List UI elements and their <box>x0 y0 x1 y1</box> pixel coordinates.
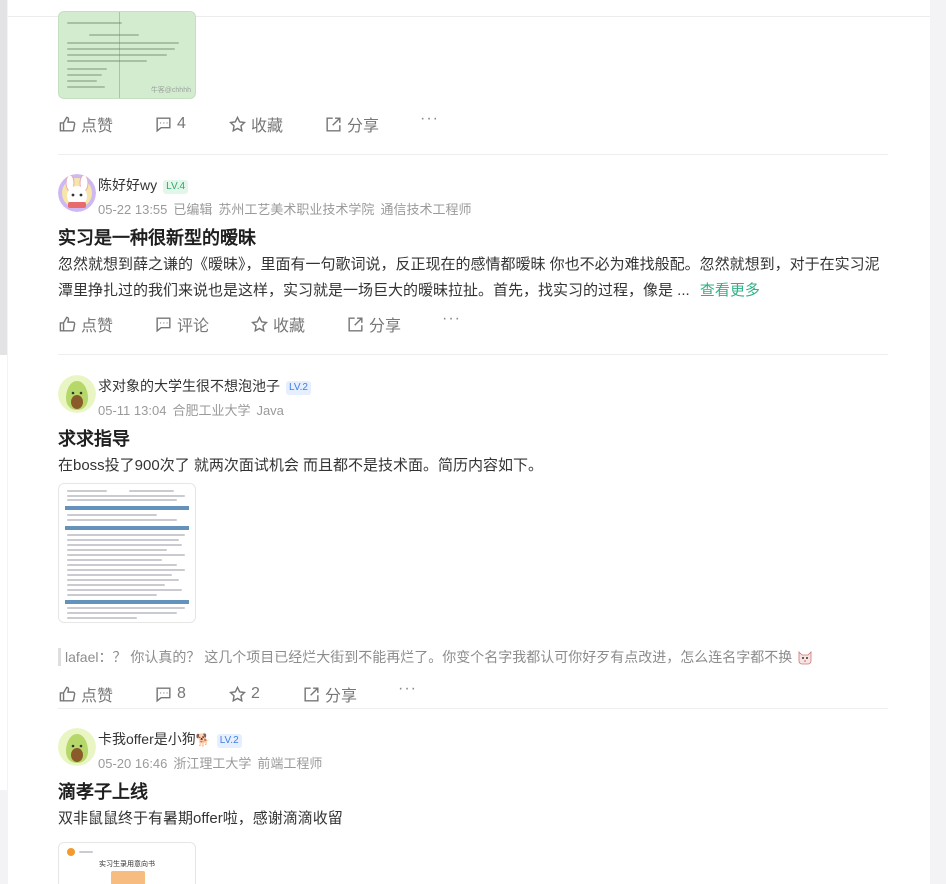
favorite-count: 2 <box>251 685 260 702</box>
share-label: 分享 <box>369 318 402 335</box>
star-icon <box>251 315 268 332</box>
favorite-label: 收藏 <box>273 318 306 335</box>
more-icon[interactable]: ··· <box>442 310 461 328</box>
thumb-up-icon <box>59 116 76 132</box>
like-label: 点赞 <box>81 688 114 705</box>
favorite-label: 收藏 <box>251 118 284 135</box>
username-text: 卡我offer是小狗 <box>98 731 196 747</box>
share-icon <box>326 116 341 132</box>
post-title[interactable]: 实习是一种很新型的暧昧 <box>58 224 256 250</box>
offer-image-thumbnail[interactable]: 实习生录用意向书 <box>58 842 196 884</box>
share-button[interactable]: 分享 <box>346 312 401 336</box>
post-3: 卡我offer是小狗🐕 LV.2 05-20 16:46 浙江理工大学 前端工程师 滴… <box>58 728 888 884</box>
share-icon <box>304 686 319 702</box>
post-image-thumbnail[interactable]: 牛客@chhhh <box>58 11 196 99</box>
username[interactable]: 陈好好wy LV.4 <box>98 175 189 195</box>
star-icon <box>229 115 246 132</box>
comment-label: 评论 <box>177 318 210 335</box>
post-body[interactable]: 在boss投了900次了 就两次面试机会 而且都不是技术面。简历内容如下。 <box>58 453 888 479</box>
thumb-up-icon <box>59 686 76 702</box>
thumb-watermark: 牛客@chhhh <box>150 87 191 94</box>
edited-tag: 已编辑 <box>173 202 213 217</box>
more-icon[interactable]: ··· <box>420 110 439 128</box>
post-date: 05-22 13:55 <box>98 202 168 217</box>
favorite-button[interactable]: 收藏 <box>250 312 305 336</box>
post-divider <box>58 354 888 355</box>
share-button[interactable]: 分享 <box>302 682 357 706</box>
comment-icon <box>156 316 171 332</box>
post-divider <box>58 708 888 709</box>
post-1: 陈好好wy LV.4 05-22 13:55 已编辑 苏州工艺美术职业技术学院 通信技术… <box>58 174 888 354</box>
username-text: 求对象的大学生很不想泡池子 <box>98 378 280 394</box>
favorite-button[interactable]: 收藏 <box>228 112 283 136</box>
post-body[interactable]: 双非鼠鼠终于有暑期offer啦，感谢滴滴收留 <box>58 806 888 832</box>
share-label: 分享 <box>347 118 380 135</box>
level-badge: LV.4 <box>163 180 189 194</box>
comment-count: 4 <box>177 115 186 132</box>
resume-image-thumbnail[interactable] <box>58 483 196 623</box>
like-button[interactable]: 点赞 <box>58 112 113 136</box>
post-2: 求对象的大学生很不想泡池子 LV.2 05-11 13:04 合肥工业大学 Java … <box>58 375 888 710</box>
avatar[interactable] <box>58 728 96 766</box>
post-meta: 05-22 13:55 已编辑 苏州工艺美术职业技术学院 通信技术工程师 <box>98 199 477 218</box>
post-date: 05-11 13:04 <box>98 403 167 418</box>
cat-emoji-icon <box>797 649 813 665</box>
job-role: 通信技术工程师 <box>380 202 472 217</box>
level-badge: LV.2 <box>286 381 311 395</box>
post-actions-2: 点赞 8 2 分享 ··· <box>58 680 888 706</box>
username[interactable]: 卡我offer是小狗🐕 LV.2 <box>98 729 242 749</box>
share-icon <box>348 316 363 332</box>
like-button[interactable]: 点赞 <box>58 312 113 336</box>
comment-icon <box>156 116 171 132</box>
post-title[interactable]: 滴孝子上线 <box>58 778 148 804</box>
scrollbar-thumb[interactable] <box>0 0 7 355</box>
share-button[interactable]: 分享 <box>324 112 379 136</box>
feed-card: 牛客@chhhh 点赞 4 收藏 分享 ··· 陈好好wy LV.4 05-22… <box>8 11 930 884</box>
comment-button[interactable]: 4 <box>154 112 186 136</box>
post-actions-1: 点赞 评论 收藏 分享 ··· <box>58 310 888 336</box>
more-icon[interactable]: ··· <box>398 680 417 698</box>
username[interactable]: 求对象的大学生很不想泡池子 LV.2 <box>98 376 311 396</box>
offer-letter-title: 实习生录用意向书 <box>99 861 155 868</box>
comment-button[interactable]: 8 <box>154 682 186 706</box>
share-label: 分享 <box>325 688 358 705</box>
school: 合肥工业大学 <box>172 403 251 418</box>
dog-emoji-icon: 🐕 <box>195 733 211 747</box>
post-meta: 05-20 16:46 浙江理工大学 前端工程师 <box>98 753 328 772</box>
school: 苏州工艺美术职业技术学院 <box>218 202 375 217</box>
view-more-link[interactable]: 查看更多 <box>700 282 760 299</box>
thumb-up-icon <box>59 316 76 332</box>
job-role: 前端工程师 <box>257 756 323 771</box>
school: 浙江理工大学 <box>173 756 252 771</box>
star-icon <box>229 685 246 702</box>
post-date: 05-20 16:46 <box>98 756 168 771</box>
post-divider <box>58 154 888 155</box>
comment-button[interactable]: 评论 <box>154 312 209 336</box>
level-badge: LV.2 <box>216 734 242 748</box>
post-actions-0: 点赞 4 收藏 分享 ··· <box>58 110 888 136</box>
avatar[interactable] <box>58 174 96 212</box>
username-text: 陈好好wy <box>98 177 158 193</box>
comment-count: 8 <box>177 685 186 702</box>
like-button[interactable]: 点赞 <box>58 682 113 706</box>
avatar[interactable] <box>58 375 96 413</box>
favorite-button[interactable]: 2 <box>228 682 260 706</box>
job-role: Java <box>256 403 284 418</box>
post-title[interactable]: 求求指导 <box>58 425 130 451</box>
post-body[interactable]: 忽然就想到薛之谦的《暧昧》，里面有一句歌词说，反正现在的感情都暧昧 你也不必为难… <box>58 252 888 304</box>
offer-letter-logo <box>111 871 145 884</box>
hot-comment-text: lafael：？ 你认真的？ 这几个项目已经烂大街到不能再烂了。你变个名字我都认… <box>65 649 793 665</box>
left-panel-edge <box>0 0 7 790</box>
hot-comment[interactable]: lafael：？ 你认真的？ 这几个项目已经烂大街到不能再烂了。你变个名字我都认… <box>58 648 813 666</box>
post-meta: 05-11 13:04 合肥工业大学 Java <box>98 400 290 419</box>
like-label: 点赞 <box>81 318 114 335</box>
comment-icon <box>156 686 171 702</box>
like-label: 点赞 <box>81 118 114 135</box>
didi-logo-icon <box>67 848 75 856</box>
